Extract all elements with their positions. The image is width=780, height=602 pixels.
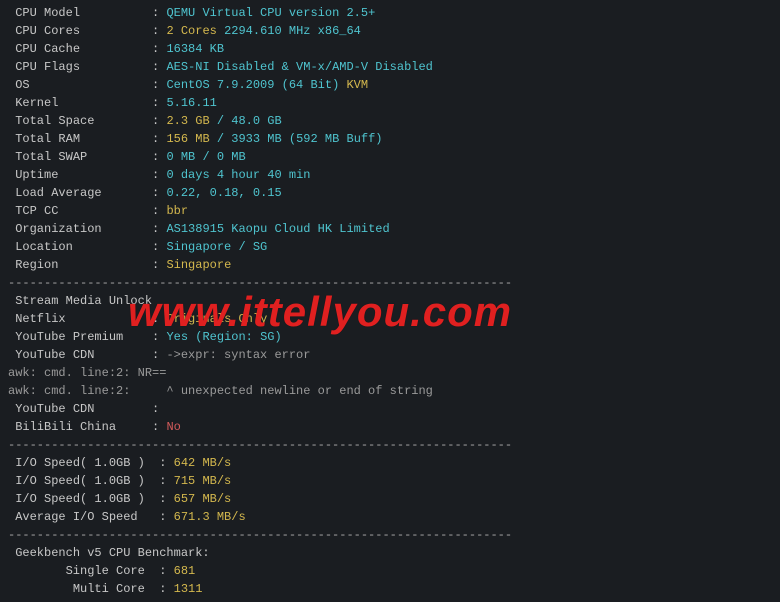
value-cpu-cache: 16384 KB — [166, 42, 224, 56]
value-load-avg: 0.22, 0.18, 0.15 — [166, 186, 281, 200]
value-region: Singapore — [166, 258, 231, 272]
label-netflix: Netflix — [15, 312, 65, 326]
label-io3: I/O Speed( 1.0GB ) — [15, 492, 145, 506]
row-total-swap: Total SWAP : 0 MB / 0 MB — [8, 148, 772, 166]
value-uptime: 0 days 4 hour 40 min — [166, 168, 310, 182]
row-uptime: Uptime : 0 days 4 hour 40 min — [8, 166, 772, 184]
row-gb-multi: Multi Core : 1311 — [8, 580, 772, 598]
row-region: Region : Singapore — [8, 256, 772, 274]
label-bilibili: BiliBili China — [15, 420, 116, 434]
label-total-space: Total Space — [15, 114, 94, 128]
label-io1: I/O Speed( 1.0GB ) — [15, 456, 145, 470]
row-bilibili: BiliBili China : No — [8, 418, 772, 436]
value-netflix: Originals Only — [166, 312, 267, 326]
label-io2: I/O Speed( 1.0GB ) — [15, 474, 145, 488]
row-cpu-model: CPU Model : QEMU Virtual CPU version 2.5… — [8, 4, 772, 22]
row-io3: I/O Speed( 1.0GB ) : 657 MB/s — [8, 490, 772, 508]
label-region: Region — [15, 258, 58, 272]
value-kernel: 5.16.11 — [166, 96, 216, 110]
value-yt-cdn1: ->expr: syntax error — [166, 348, 310, 362]
value-ram-used: 156 MB — [166, 132, 209, 146]
label-yt-cdn2: YouTube CDN — [15, 402, 94, 416]
divider: ----------------------------------------… — [8, 526, 772, 544]
value-space-used: 2.3 GB — [166, 114, 209, 128]
value-yt-premium: Yes (Region: SG) — [166, 330, 281, 344]
divider: ----------------------------------------… — [8, 274, 772, 292]
row-io2: I/O Speed( 1.0GB ) : 715 MB/s — [8, 472, 772, 490]
row-awk-error1: awk: cmd. line:2: NR== — [8, 364, 772, 382]
value-cpu-freq: 2294.610 MHz x86_64 — [224, 24, 361, 38]
row-os: OS : CentOS 7.9.2009 (64 Bit) KVM — [8, 76, 772, 94]
row-total-ram: Total RAM : 156 MB / 3933 MB (592 MB Buf… — [8, 130, 772, 148]
value-gb-multi: 1311 — [174, 582, 203, 596]
value-gb-single: 681 — [174, 564, 196, 578]
value-os-virt: KVM — [346, 78, 368, 92]
label-total-ram: Total RAM — [15, 132, 80, 146]
label-total-swap: Total SWAP — [15, 150, 87, 164]
value-ram-buff: (592 MB Buff) — [289, 132, 383, 146]
row-total-space: Total Space : 2.3 GB / 48.0 GB — [8, 112, 772, 130]
row-gb-single: Single Core : 681 — [8, 562, 772, 580]
value-cpu-flags: AES-NI Disabled & VM-x/AMD-V Disabled — [166, 60, 432, 74]
value-organization: AS138915 Kaopu Cloud HK Limited — [166, 222, 389, 236]
label-organization: Organization — [15, 222, 101, 236]
terminal-output: CPU Model : QEMU Virtual CPU version 2.5… — [0, 0, 780, 602]
label-os: OS — [15, 78, 29, 92]
row-cpu-cores: CPU Cores : 2 Cores 2294.610 MHz x86_64 — [8, 22, 772, 40]
label-io-avg: Average I/O Speed — [15, 510, 137, 524]
value-location: Singapore / SG — [166, 240, 267, 254]
row-yt-premium: YouTube Premium : Yes (Region: SG) — [8, 328, 772, 346]
label-yt-cdn1: YouTube CDN — [15, 348, 94, 362]
row-geekbench-header: Geekbench v5 CPU Benchmark: — [8, 544, 772, 562]
value-cpu-model: QEMU Virtual CPU version 2.5+ — [166, 6, 375, 20]
row-yt-cdn1: YouTube CDN : ->expr: syntax error — [8, 346, 772, 364]
divider: ----------------------------------------… — [8, 436, 772, 454]
label-location: Location — [15, 240, 73, 254]
row-kernel: Kernel : 5.16.11 — [8, 94, 772, 112]
row-cpu-cache: CPU Cache : 16384 KB — [8, 40, 772, 58]
value-io1: 642 MB/s — [174, 456, 232, 470]
row-io-avg: Average I/O Speed : 671.3 MB/s — [8, 508, 772, 526]
value-tcp-cc: bbr — [166, 204, 188, 218]
label-cpu-flags: CPU Flags — [15, 60, 80, 74]
value-io-avg: 671.3 MB/s — [174, 510, 246, 524]
label-gb-multi: Multi Core — [73, 582, 145, 596]
label-geekbench-header: Geekbench v5 CPU Benchmark: — [15, 546, 209, 560]
row-tcp-cc: TCP CC : bbr — [8, 202, 772, 220]
row-io1: I/O Speed( 1.0GB ) : 642 MB/s — [8, 454, 772, 472]
value-bilibili: No — [166, 420, 180, 434]
value-cpu-cores: 2 Cores — [166, 24, 216, 38]
label-yt-premium: YouTube Premium — [15, 330, 123, 344]
row-awk-error2: awk: cmd. line:2: ^ unexpected newline o… — [8, 382, 772, 400]
row-load-avg: Load Average : 0.22, 0.18, 0.15 — [8, 184, 772, 202]
value-io3: 657 MB/s — [174, 492, 232, 506]
label-cpu-cache: CPU Cache — [15, 42, 80, 56]
label-uptime: Uptime — [15, 168, 58, 182]
label-load-avg: Load Average — [15, 186, 101, 200]
value-total-swap: 0 MB / 0 MB — [166, 150, 245, 164]
label-cpu-model: CPU Model — [15, 6, 80, 20]
label-tcp-cc: TCP CC — [15, 204, 58, 218]
row-organization: Organization : AS138915 Kaopu Cloud HK L… — [8, 220, 772, 238]
value-space-total: 48.0 GB — [231, 114, 281, 128]
label-cpu-cores: CPU Cores — [15, 24, 80, 38]
value-ram-total: 3933 MB — [231, 132, 281, 146]
value-os: CentOS 7.9.2009 (64 Bit) — [166, 78, 339, 92]
label-gb-single: Single Core — [66, 564, 145, 578]
row-stream-header: Stream Media Unlock — [8, 292, 772, 310]
label-stream-header: Stream Media Unlock — [15, 294, 152, 308]
row-yt-cdn2: YouTube CDN : — [8, 400, 772, 418]
label-kernel: Kernel — [15, 96, 58, 110]
value-io2: 715 MB/s — [174, 474, 232, 488]
row-location: Location : Singapore / SG — [8, 238, 772, 256]
row-cpu-flags: CPU Flags : AES-NI Disabled & VM-x/AMD-V… — [8, 58, 772, 76]
row-netflix: Netflix : Originals Only — [8, 310, 772, 328]
